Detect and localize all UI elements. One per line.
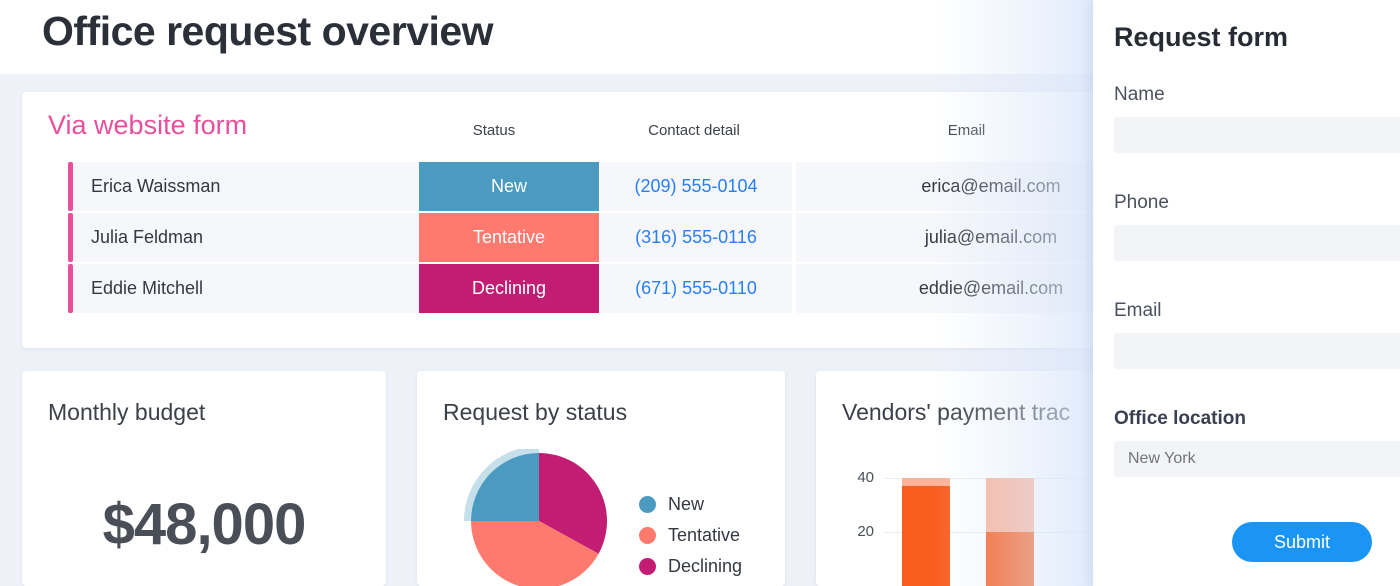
legend-item[interactable]: New bbox=[639, 489, 742, 520]
cell-name: Eddie Mitchell bbox=[73, 264, 419, 313]
field-office-location: Office location bbox=[1114, 408, 1400, 477]
field-email: Email bbox=[1114, 300, 1400, 369]
monthly-budget-card: Monthly budget $48,000 bbox=[22, 371, 386, 586]
legend-dot-icon bbox=[639, 558, 656, 575]
status-badge[interactable]: New bbox=[419, 162, 599, 211]
bar-segment-paid[interactable] bbox=[986, 531, 1034, 586]
field-label-phone: Phone bbox=[1114, 192, 1169, 213]
pie-legend: New Tentative Declining bbox=[639, 489, 742, 582]
requests-table-card: Via website form Status Contact detail E… bbox=[22, 92, 1232, 348]
cell-name: Julia Feldman bbox=[73, 213, 419, 262]
card-title: Request by status bbox=[443, 399, 628, 425]
pie-chart bbox=[457, 446, 637, 586]
request-form-panel: Request form Name Phone Email Office loc… bbox=[1093, 0, 1400, 586]
bar-column[interactable] bbox=[902, 441, 950, 586]
submit-button[interactable]: Submit bbox=[1232, 522, 1372, 562]
column-header-email: Email bbox=[947, 122, 986, 139]
card-title: Vendors' payment trac bbox=[842, 399, 1071, 425]
bar-segment-unpaid[interactable] bbox=[986, 477, 1034, 532]
form-title: Request form bbox=[1114, 22, 1289, 52]
field-label-name: Name bbox=[1114, 84, 1165, 105]
office-location-input[interactable] bbox=[1114, 441, 1400, 477]
legend-label: Declining bbox=[668, 556, 743, 576]
column-header-status: Status bbox=[472, 122, 516, 139]
cell-contact-phone[interactable]: (316) 555-0116 bbox=[600, 213, 792, 262]
pie-slice-new[interactable] bbox=[471, 453, 539, 521]
cell-contact-phone[interactable]: (671) 555-0110 bbox=[600, 264, 792, 313]
bar-segment-paid[interactable] bbox=[902, 485, 950, 586]
section-label-via-website-form: Via website form bbox=[48, 110, 248, 140]
field-name: Name bbox=[1114, 84, 1400, 153]
request-by-status-card: Request by status New Tentative Declining bbox=[417, 371, 785, 586]
bar-segment-unpaid[interactable] bbox=[902, 477, 950, 486]
column-header-contact: Contact detail bbox=[648, 122, 740, 139]
field-phone: Phone bbox=[1114, 192, 1400, 261]
card-title: Monthly budget bbox=[48, 399, 206, 425]
legend-dot-icon bbox=[639, 527, 656, 544]
y-axis-tick-label: 40 bbox=[857, 468, 874, 486]
cell-contact-phone[interactable]: (209) 555-0104 bbox=[600, 162, 792, 211]
dashboard-root: Office request overview Via website form… bbox=[0, 0, 1400, 586]
field-label-office-location: Office location bbox=[1114, 408, 1246, 429]
field-label-email: Email bbox=[1114, 300, 1162, 321]
email-input[interactable] bbox=[1114, 333, 1400, 369]
legend-item[interactable]: Tentative bbox=[639, 520, 742, 551]
legend-label: New bbox=[668, 494, 705, 514]
page-title: Office request overview bbox=[42, 8, 494, 54]
phone-input[interactable] bbox=[1114, 225, 1400, 261]
table-row[interactable]: Erica Waissman New (209) 555-0104 erica@… bbox=[46, 162, 1236, 211]
y-axis-tick-label: 20 bbox=[857, 522, 874, 540]
status-badge[interactable]: Tentative bbox=[419, 213, 599, 262]
legend-item[interactable]: Declining bbox=[639, 551, 742, 582]
legend-label: Tentative bbox=[668, 525, 741, 545]
bar-column[interactable] bbox=[986, 441, 1034, 586]
legend-dot-icon bbox=[639, 496, 656, 513]
cell-name: Erica Waissman bbox=[73, 162, 419, 211]
table-row[interactable]: Julia Feldman Tentative (316) 555-0116 j… bbox=[46, 213, 1236, 262]
table-row[interactable]: Eddie Mitchell Declining (671) 555-0110 … bbox=[46, 264, 1236, 313]
budget-value: $48,000 bbox=[102, 492, 307, 557]
name-input[interactable] bbox=[1114, 117, 1400, 153]
pie-chart-svg bbox=[464, 446, 607, 586]
status-badge[interactable]: Declining bbox=[419, 264, 599, 313]
